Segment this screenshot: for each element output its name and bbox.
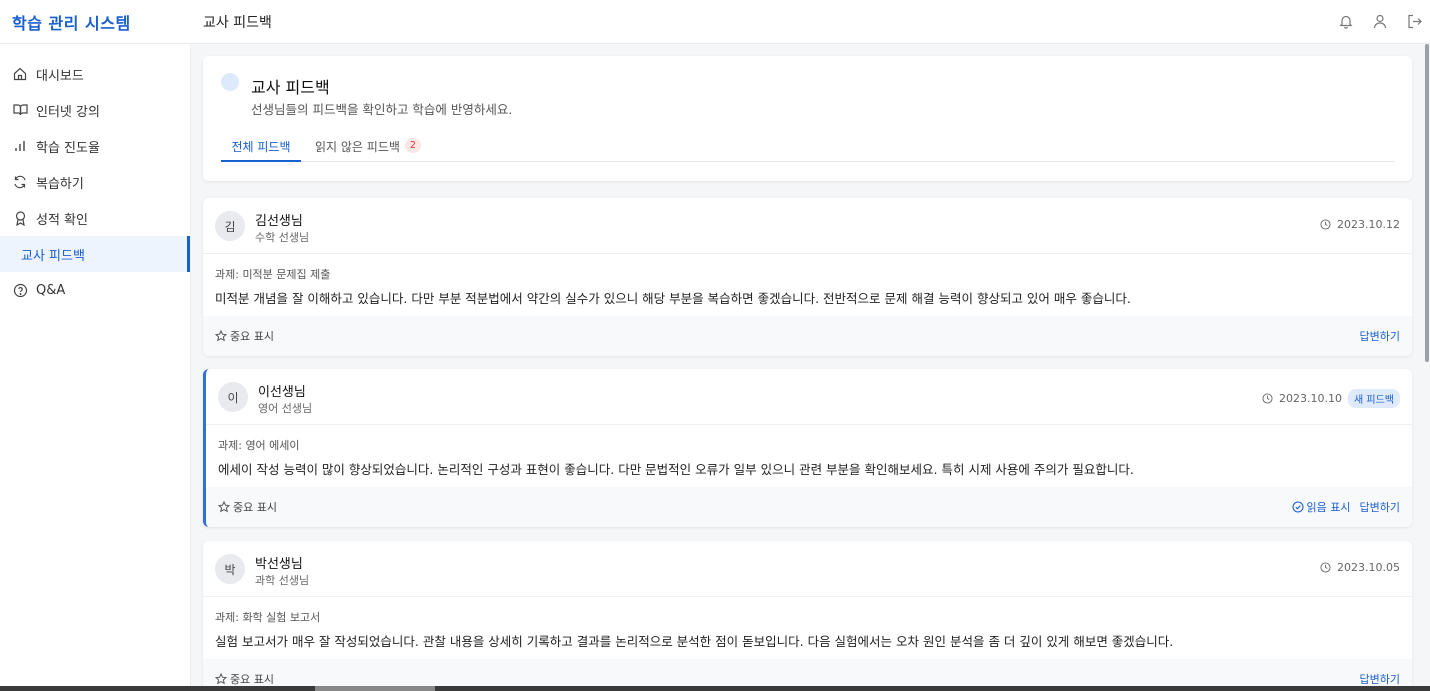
feedback-card: 이 이선생님 영어 선생님 2023.10.10 새 피드백 과제: 영어 에세… <box>203 369 1412 527</box>
star-icon <box>218 501 230 513</box>
mark-read-label: 읽음 표시 <box>1306 501 1351 514</box>
tab-all-feedback[interactable]: 전체 피드백 <box>221 138 301 162</box>
main-content: 교사 피드백 선생님들의 피드백을 확인하고 학습에 반영하세요. 전체 피드백… <box>191 44 1421 691</box>
sidebar-item-label: 성적 확인 <box>36 212 88 228</box>
sidebar-item-label: 대시보드 <box>36 68 84 84</box>
user-icon[interactable] <box>1372 12 1388 30</box>
logout-icon[interactable] <box>1406 12 1422 30</box>
header-dot-icon <box>221 73 239 91</box>
new-feedback-badge: 새 피드백 <box>1348 389 1400 408</box>
page-title: 교사 피드백 <box>203 14 272 31</box>
star-icon <box>215 330 227 342</box>
teacher-name: 이선생님 <box>258 385 306 400</box>
mark-important-label: 중요 표시 <box>230 673 274 686</box>
assignment-title: 과제: 화학 실험 보고서 <box>215 611 321 624</box>
header-subtitle: 선생님들의 피드백을 확인하고 학습에 반영하세요. <box>251 102 513 117</box>
scrollbar-thumb[interactable] <box>315 686 435 691</box>
scrollbar-thumb[interactable] <box>1425 44 1429 362</box>
feedback-card: 박 박선생님 과학 선생님 2023.10.05 과제: 화학 실험 보고서 실… <box>203 541 1412 691</box>
sidebar-item-progress[interactable]: 학습 진도율 <box>0 128 190 164</box>
sidebar-item-online-lecture[interactable]: 인터넷 강의 <box>0 92 190 128</box>
sidebar-item-qna[interactable]: Q&A <box>0 272 190 308</box>
clock-icon <box>1320 219 1331 230</box>
assignment-title: 과제: 미적분 문제집 제출 <box>215 268 331 281</box>
check-circle-icon <box>1291 501 1304 513</box>
award-icon <box>12 210 28 226</box>
reply-button[interactable]: 답변하기 <box>1360 328 1400 344</box>
sidebar-item-label: 복습하기 <box>36 176 84 192</box>
app-brand[interactable]: 학습 관리 시스템 <box>0 10 190 34</box>
sidebar-item-teacher-feedback[interactable]: 교사 피드백 <box>0 236 190 272</box>
teacher-name: 박선생님 <box>255 557 303 572</box>
sidebar: 대시보드 인터넷 강의 학습 진도율 복습하기 성적 확인 교사 피드백 Q&A <box>0 44 191 691</box>
book-icon <box>12 102 28 118</box>
sidebar-item-dashboard[interactable]: 대시보드 <box>0 56 190 92</box>
feedback-tabs: 전체 피드백 읽지 않은 피드백 2 <box>221 138 1394 162</box>
feedback-content: 미적분 개념을 잘 이해하고 있습니다. 다만 부분 적분법에서 약간의 실수가… <box>215 291 1131 306</box>
reply-button[interactable]: 답변하기 <box>1360 499 1400 515</box>
sidebar-item-review[interactable]: 복습하기 <box>0 164 190 200</box>
star-icon <box>215 673 227 685</box>
mark-important-label: 중요 표시 <box>233 501 277 514</box>
mark-important-button[interactable]: 중요 표시 <box>215 671 274 687</box>
assignment-title: 과제: 영어 에세이 <box>218 439 300 452</box>
bar-chart-icon <box>12 138 28 154</box>
bell-icon[interactable] <box>1338 12 1354 30</box>
avatar: 이 <box>218 382 248 412</box>
clock-icon <box>1262 393 1273 404</box>
tab-label: 전체 피드백 <box>231 140 291 154</box>
feedback-date: 2023.10.10 <box>1279 392 1343 405</box>
feedback-header-card: 교사 피드백 선생님들의 피드백을 확인하고 학습에 반영하세요. 전체 피드백… <box>203 56 1412 181</box>
feedback-date: 2023.10.05 <box>1337 561 1400 574</box>
mark-important-label: 중요 표시 <box>230 330 274 343</box>
mark-important-button[interactable]: 중요 표시 <box>215 328 274 344</box>
sidebar-item-label: Q&A <box>36 282 66 298</box>
sidebar-item-grades[interactable]: 성적 확인 <box>0 200 190 236</box>
teacher-name: 김선생님 <box>255 214 303 229</box>
feedback-date: 2023.10.12 <box>1337 218 1400 231</box>
mark-read-button[interactable]: 읽음 표시 <box>1291 499 1351 515</box>
horizontal-scrollbar[interactable] <box>0 686 1430 691</box>
help-circle-icon <box>12 282 28 298</box>
avatar: 박 <box>215 554 245 584</box>
tab-label: 읽지 않은 피드백 <box>315 140 400 154</box>
teacher-subject: 과학 선생님 <box>255 574 310 587</box>
tab-unread-feedback[interactable]: 읽지 않은 피드백 2 <box>303 138 433 162</box>
feedback-content: 실험 보고서가 매우 잘 작성되었습니다. 관찰 내용을 상세히 기록하고 결과… <box>215 634 1174 649</box>
sidebar-item-label: 교사 피드백 <box>21 248 85 264</box>
vertical-scrollbar[interactable] <box>1424 44 1430 686</box>
unread-count-badge: 2 <box>404 138 421 153</box>
feedback-card: 김 김선생님 수학 선생님 2023.10.12 과제: 미적분 문제집 제출 … <box>203 198 1412 356</box>
home-icon <box>12 66 28 82</box>
refresh-icon <box>12 174 28 190</box>
clock-icon <box>1320 562 1331 573</box>
sidebar-item-label: 학습 진도율 <box>36 140 100 156</box>
reply-button[interactable]: 답변하기 <box>1360 671 1400 687</box>
sidebar-item-label: 인터넷 강의 <box>36 104 100 120</box>
mark-important-button[interactable]: 중요 표시 <box>218 499 277 515</box>
teacher-subject: 영어 선생님 <box>258 402 313 415</box>
teacher-subject: 수학 선생님 <box>255 231 310 244</box>
feedback-content: 에세이 작성 능력이 많이 향상되었습니다. 논리적인 구성과 표현이 좋습니다… <box>218 462 1134 477</box>
header-title: 교사 피드백 <box>251 78 330 97</box>
top-bar: 학습 관리 시스템 교사 피드백 <box>0 0 1430 44</box>
avatar: 김 <box>215 211 245 241</box>
